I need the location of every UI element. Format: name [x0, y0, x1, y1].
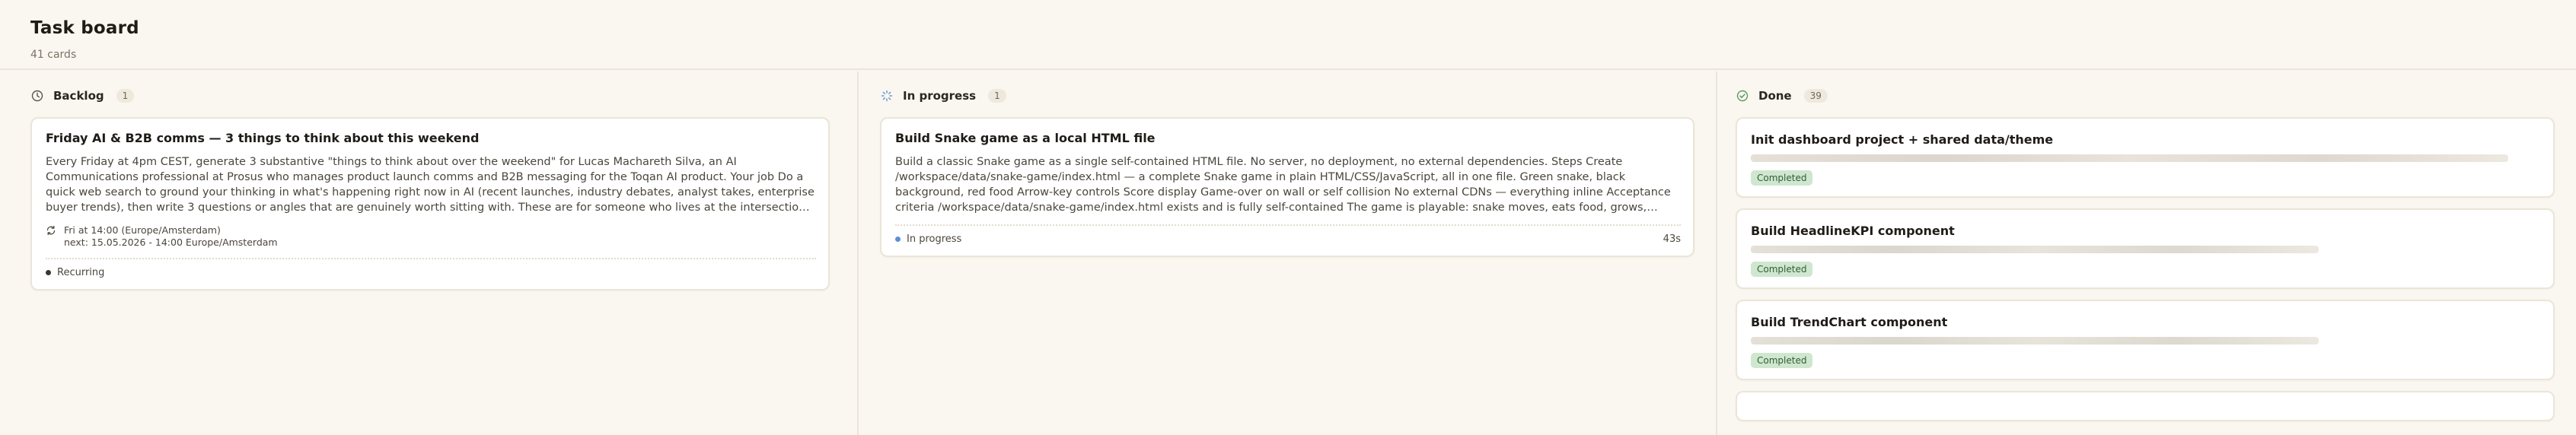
column-count-badge: 1	[988, 89, 1006, 103]
column-in-progress: In progress 1 Build Snake game as a loca…	[859, 71, 1717, 435]
column-header-backlog: Backlog 1	[30, 71, 830, 106]
status-dot	[46, 270, 51, 275]
card-title: Build Snake game as a local HTML file	[895, 131, 1156, 145]
status-dot	[895, 237, 901, 242]
column-header-done: Done 39	[1736, 71, 2555, 106]
elapsed-time: 43s	[1663, 233, 1681, 245]
task-card[interactable]: Build HeadlineKPI component Completed	[1736, 208, 2555, 289]
task-card[interactable]: Friday AI & B2B comms — 3 things to thin…	[30, 117, 830, 291]
schedule-time: Fri at 14:00 (Europe/Amsterdam)	[64, 224, 221, 236]
blurred-description	[1751, 246, 2319, 253]
column-header-in-progress: In progress 1	[880, 71, 1694, 106]
board-columns: Backlog 1 Friday AI & B2B comms — 3 thin…	[0, 71, 2576, 435]
card-divider	[895, 224, 1681, 226]
card-title: Build HeadlineKPI component	[1751, 224, 1955, 238]
blurred-description	[1751, 337, 2319, 345]
task-card[interactable]: Build Snake game as a local HTML file Bu…	[880, 117, 1694, 257]
column-done: Done 39 Init dashboard project + shared …	[1717, 71, 2576, 435]
column-count-badge: 1	[116, 89, 135, 103]
column-count-badge: 39	[1803, 89, 1828, 103]
card-description: Every Friday at 4pm CEST, generate 3 sub…	[46, 156, 815, 214]
status-badge: Completed	[1751, 170, 1813, 186]
schedule-next: next: 15.05.2026 - 14:00 Europe/Amsterda…	[64, 237, 278, 248]
task-card[interactable]: Build TrendChart component Completed	[1736, 300, 2555, 380]
card-divider	[46, 258, 816, 259]
card-description: Build a classic Snake game as a single s…	[895, 156, 1671, 214]
status-label: Recurring	[57, 267, 105, 278]
board-header: Task board 41 cards	[0, 0, 2576, 70]
column-title: Backlog	[53, 89, 104, 103]
check-circle-icon	[1736, 89, 1749, 103]
status-label: In progress	[907, 233, 962, 245]
card-title: Init dashboard project + shared data/the…	[1751, 132, 2054, 147]
task-card[interactable]: Init dashboard project + shared data/the…	[1736, 117, 2555, 198]
column-title: Done	[1758, 89, 1792, 103]
page-title: Task board	[30, 18, 139, 38]
status-badge: Completed	[1751, 262, 1813, 277]
column-title: In progress	[903, 89, 977, 103]
task-card[interactable]	[1736, 391, 2555, 421]
card-status-row: Recurring	[46, 267, 816, 278]
blurred-description	[1751, 154, 2508, 162]
spinner-icon	[880, 89, 894, 103]
status-badge: Completed	[1751, 353, 1813, 368]
repeat-icon	[46, 224, 56, 239]
card-count: 41 cards	[30, 49, 77, 61]
card-title: Friday AI & B2B comms — 3 things to thin…	[46, 131, 480, 145]
card-title: Build TrendChart component	[1751, 315, 1948, 329]
column-backlog: Backlog 1 Friday AI & B2B comms — 3 thin…	[0, 71, 859, 435]
schedule-info: Fri at 14:00 (Europe/Amsterdam) next: 15…	[46, 224, 816, 249]
clock-icon	[30, 89, 44, 103]
card-status-row: In progress 43s	[895, 233, 1681, 245]
